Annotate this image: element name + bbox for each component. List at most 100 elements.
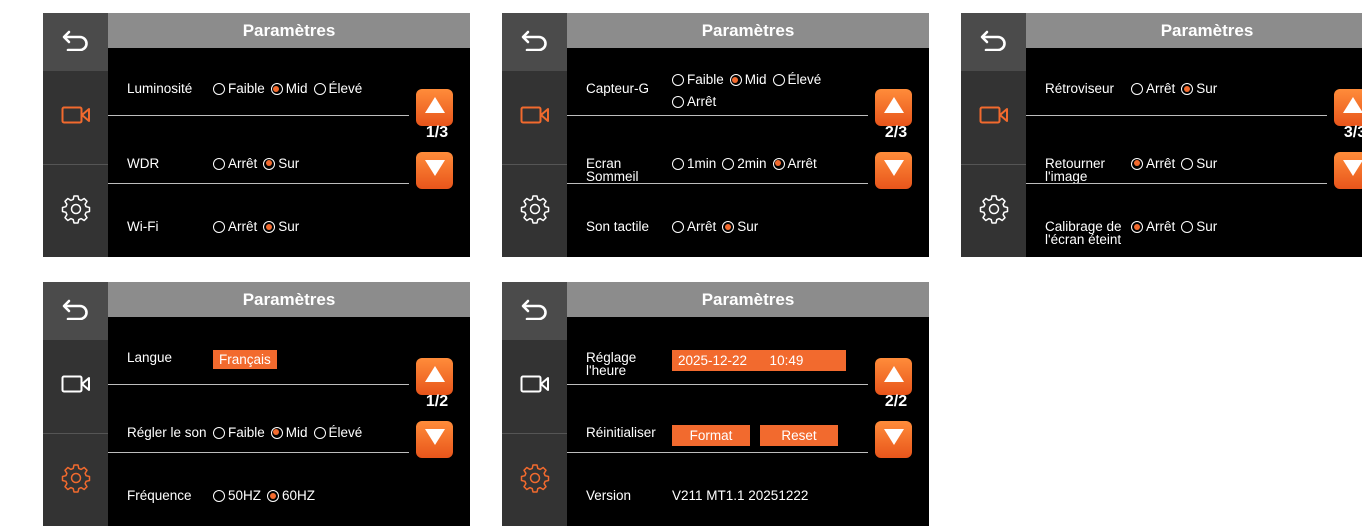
radio-button[interactable] — [1131, 221, 1143, 233]
page-up-button[interactable] — [416, 358, 453, 395]
tab-settings[interactable] — [502, 434, 567, 526]
radio-option[interactable]: Élevé — [314, 81, 363, 96]
radio-button[interactable] — [773, 74, 785, 86]
radio-button[interactable] — [773, 158, 785, 170]
radio-option[interactable]: Arrêt — [672, 94, 716, 109]
radio-button[interactable] — [1181, 158, 1193, 170]
setting-row: VersionV211 MT1.1 20251222 — [567, 466, 846, 526]
down-triangle-icon — [424, 159, 446, 182]
setting-label: Wi-Fi — [127, 220, 207, 233]
page-down-button[interactable] — [875, 152, 912, 189]
radio-option[interactable]: Sur — [263, 156, 299, 171]
radio-button[interactable] — [271, 83, 283, 95]
sidebar — [43, 282, 108, 526]
page-up-button[interactable] — [875, 358, 912, 395]
radio-option[interactable]: Arrêt — [672, 219, 716, 234]
page-up-button[interactable] — [416, 89, 453, 126]
radio-option[interactable]: Sur — [1181, 156, 1217, 171]
radio-button[interactable] — [672, 74, 684, 86]
page-down-button[interactable] — [416, 152, 453, 189]
radio-button[interactable] — [213, 490, 225, 502]
page-up-button[interactable] — [1334, 89, 1362, 126]
tab-settings[interactable] — [43, 165, 108, 257]
radio-option[interactable]: Faible — [213, 81, 265, 96]
radio-option[interactable]: Sur — [722, 219, 758, 234]
radio-option[interactable]: Mid — [271, 425, 308, 440]
format-button[interactable]: Format — [672, 425, 750, 446]
radio-button[interactable] — [1181, 83, 1193, 95]
tab-video[interactable] — [961, 71, 1026, 165]
radio-option[interactable]: Faible — [213, 425, 265, 440]
page-down-button[interactable] — [1334, 152, 1362, 189]
radio-button[interactable] — [722, 221, 734, 233]
radio-button[interactable] — [263, 221, 275, 233]
radio-option[interactable]: 50HZ — [213, 488, 261, 503]
page-down-button[interactable] — [875, 421, 912, 458]
tab-settings[interactable] — [43, 434, 108, 526]
radio-button[interactable] — [1131, 158, 1143, 170]
setting-row: RétroviseurArrêtSur — [1026, 48, 1305, 130]
page-down-button[interactable] — [416, 421, 453, 458]
video-camera-icon — [520, 375, 550, 398]
page-title: Paramètres — [1026, 13, 1362, 48]
tab-video[interactable] — [43, 71, 108, 165]
back-button[interactable] — [502, 13, 567, 71]
radio-option-label: 2min — [737, 156, 766, 171]
radio-button[interactable] — [672, 96, 684, 108]
radio-button[interactable] — [213, 158, 225, 170]
radio-button[interactable] — [722, 158, 734, 170]
radio-option-label: Arrêt — [1146, 156, 1175, 171]
down-triangle-icon — [883, 428, 905, 451]
radio-option[interactable]: 2min — [722, 156, 766, 171]
datetime-field[interactable]: 2025-12-22 10:49 — [672, 350, 846, 371]
radio-option[interactable]: Sur — [1181, 219, 1217, 234]
radio-option[interactable]: Arrêt — [1131, 219, 1175, 234]
setting-label: Fréquence — [127, 489, 207, 502]
tab-video[interactable] — [502, 340, 567, 434]
row-divider — [1026, 183, 1327, 184]
video-camera-icon — [520, 106, 550, 129]
radio-option[interactable]: Sur — [1181, 81, 1217, 96]
radio-button[interactable] — [213, 427, 225, 439]
radio-button[interactable] — [213, 83, 225, 95]
radio-button[interactable] — [263, 158, 275, 170]
radio-option-label: Faible — [687, 72, 724, 87]
radio-option[interactable]: 60HZ — [267, 488, 315, 503]
radio-option[interactable]: Mid — [730, 72, 767, 87]
radio-option[interactable]: Sur — [263, 219, 299, 234]
radio-option[interactable]: Arrêt — [1131, 156, 1175, 171]
back-button[interactable] — [43, 282, 108, 340]
radio-button[interactable] — [1131, 83, 1143, 95]
radio-button[interactable] — [672, 221, 684, 233]
tab-video[interactable] — [502, 71, 567, 165]
radio-option[interactable]: Arrêt — [213, 156, 257, 171]
page-up-button[interactable] — [875, 89, 912, 126]
radio-button[interactable] — [314, 83, 326, 95]
radio-option[interactable]: Élevé — [773, 72, 822, 87]
radio-button[interactable] — [267, 490, 279, 502]
tab-video[interactable] — [43, 340, 108, 434]
back-button[interactable] — [961, 13, 1026, 71]
radio-option[interactable]: 1min — [672, 156, 716, 171]
setting-label: Réglage l'heure — [586, 351, 666, 377]
radio-option[interactable]: Arrêt — [773, 156, 817, 171]
back-button[interactable] — [502, 282, 567, 340]
back-button[interactable] — [43, 13, 108, 71]
radio-option[interactable]: Arrêt — [213, 219, 257, 234]
radio-option[interactable]: Faible — [672, 72, 724, 87]
radio-option[interactable]: Mid — [271, 81, 308, 96]
radio-option[interactable]: Élevé — [314, 425, 363, 440]
setting-label: Réinitialiser — [586, 426, 666, 439]
tab-settings[interactable] — [502, 165, 567, 257]
reset-button[interactable]: Reset — [760, 425, 838, 446]
tab-settings[interactable] — [961, 165, 1026, 257]
radio-button[interactable] — [730, 74, 742, 86]
language-select[interactable]: Français — [213, 350, 277, 369]
radio-option[interactable]: Arrêt — [1131, 81, 1175, 96]
video-camera-icon — [61, 106, 91, 129]
radio-button[interactable] — [271, 427, 283, 439]
radio-button[interactable] — [672, 158, 684, 170]
radio-button[interactable] — [314, 427, 326, 439]
radio-button[interactable] — [1181, 221, 1193, 233]
radio-button[interactable] — [213, 221, 225, 233]
